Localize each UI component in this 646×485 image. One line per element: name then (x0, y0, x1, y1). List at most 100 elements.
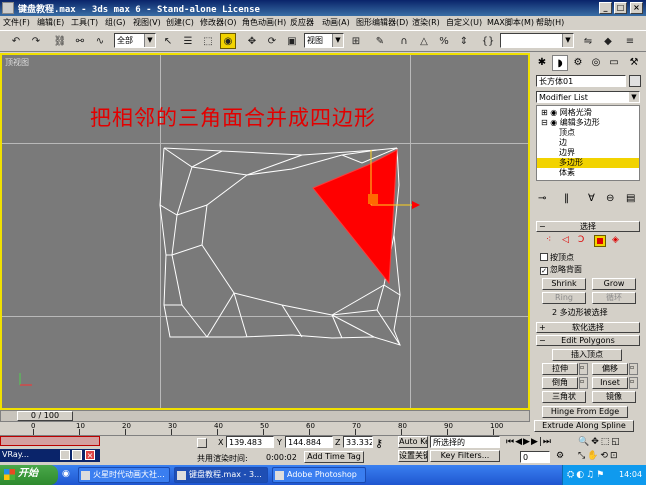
hinge-from-edge-button[interactable]: Hinge From Edge (542, 406, 628, 418)
stack-item[interactable]: ⊟ ◉ 编辑多边形 (537, 118, 639, 128)
pin-stack-icon[interactable]: ⊸ (538, 193, 546, 204)
close-button[interactable]: × (630, 2, 643, 14)
rectangular-selection-icon[interactable]: ⬚ (200, 33, 216, 49)
minimize-button[interactable]: _ (599, 2, 612, 14)
configure-sets-icon[interactable]: ▤ (626, 193, 635, 204)
clock[interactable]: 14:04 (619, 465, 642, 485)
loop-button[interactable]: 循环 (592, 292, 636, 304)
border-mode-icon[interactable]: Ɔ (578, 235, 584, 245)
y-coordinate-field[interactable]: 144.884 (285, 436, 333, 448)
utilities-tab-icon[interactable]: ⚒ (626, 55, 642, 71)
stack-item[interactable]: 边界 (537, 148, 639, 158)
close-icon[interactable]: × (85, 450, 95, 460)
x-coordinate-field[interactable]: 139.483 (226, 436, 274, 448)
playback-controls-icon[interactable]: ⏮◀▶▶|⏭ (506, 437, 552, 447)
display-tab-icon[interactable]: ▭ (606, 55, 622, 71)
stack-item-selected[interactable]: 多边形 (537, 158, 639, 168)
menu-graph-editors[interactable]: 图形编辑器(D) (356, 17, 408, 28)
motion-tab-icon[interactable]: ◎ (588, 55, 604, 71)
mirror-icon[interactable]: ⇋ (580, 33, 596, 49)
stack-item[interactable]: 顶点 (537, 128, 639, 138)
tray-icons[interactable]: ⛭◐♫⚑ (567, 465, 606, 485)
spinner-snap-icon[interactable]: ⇕ (456, 33, 472, 49)
layer-manager-icon[interactable]: ≡ (622, 33, 638, 49)
insert-vertex-button[interactable]: 插入顶点 (552, 349, 622, 361)
lock-selection-icon[interactable] (197, 438, 207, 448)
ring-button[interactable]: Ring (542, 292, 586, 304)
edit-polygons-rollout[interactable]: − Edit Polygons (536, 335, 640, 346)
menu-tools[interactable]: 工具(T) (71, 17, 98, 28)
redo-icon[interactable]: ↷ (28, 33, 44, 49)
bevel-settings-icon[interactable]: ▫ (579, 377, 588, 389)
outline-button[interactable]: 偏移 (592, 363, 628, 375)
bind-space-warp-icon[interactable]: ∿ (92, 33, 108, 49)
select-and-link-icon[interactable]: ⛓ (52, 33, 68, 49)
create-tab-icon[interactable]: ✱ (534, 55, 550, 71)
select-and-manipulate-icon[interactable]: ✎ (372, 33, 388, 49)
modifier-stack[interactable]: ⊞ ◉ 网格光滑 ⊟ ◉ 编辑多边形 顶点 边 边界 多边形 体素 (536, 105, 640, 181)
restore-icon[interactable] (60, 450, 70, 460)
menu-customize[interactable]: 自定义(U) (446, 17, 482, 28)
modify-tab-icon[interactable]: ◗ (552, 55, 568, 71)
unlink-icon[interactable]: ⚯ (72, 33, 88, 49)
inset-settings-icon[interactable]: ▫ (629, 377, 638, 389)
menu-views[interactable]: 视图(V) (133, 17, 161, 28)
triangulate-button[interactable]: 三角状 (542, 391, 586, 403)
viewport-label[interactable]: 顶视图 (5, 57, 29, 68)
selection-set-dropdown[interactable]: 所选择的 (430, 436, 500, 448)
inset-button[interactable]: Inset (592, 377, 628, 389)
menu-create[interactable]: 创建(C) (166, 17, 194, 28)
time-slider-thumb[interactable]: 0 / 100 (17, 411, 73, 421)
object-color-swatch[interactable] (629, 75, 641, 87)
mirror-button[interactable]: 镜像 (592, 391, 636, 403)
shrink-button[interactable]: Shrink (542, 278, 586, 290)
menu-edit[interactable]: 编辑(E) (37, 17, 64, 28)
remove-modifier-icon[interactable]: ⊖ (606, 193, 614, 204)
menu-rendering[interactable]: 渲染(R) (412, 17, 440, 28)
element-mode-icon[interactable]: ◈ (612, 235, 619, 245)
top-viewport[interactable]: 顶视图 把相邻的三角面合并成四边形 (0, 53, 530, 410)
menu-help[interactable]: 帮助(H) (536, 17, 564, 28)
vertex-mode-icon[interactable]: ⁖ (546, 235, 551, 245)
menu-maxscript[interactable]: MAX脚本(M) (487, 17, 534, 28)
current-frame-field[interactable]: 0 (520, 451, 550, 463)
menu-reactor[interactable]: 反应器 (290, 17, 314, 28)
select-and-scale-icon[interactable]: ▣ (284, 33, 300, 49)
snaps-toggle-icon[interactable]: ∩ (396, 33, 412, 49)
reference-coordinate-dropdown[interactable]: 视图 ▼ (304, 33, 344, 48)
time-slider[interactable]: 0 / 100 (0, 410, 530, 422)
maximize-icon[interactable] (72, 450, 82, 460)
time-config-icon[interactable]: ⚙ (556, 451, 564, 461)
window-crossing-icon[interactable]: ◉ (220, 33, 236, 49)
menu-animation[interactable]: 动画(A) (322, 17, 350, 28)
start-button[interactable]: 开始 (0, 465, 58, 485)
track-bar[interactable]: 0 10 20 30 40 50 60 70 80 90 100 (0, 422, 530, 436)
selection-filter-dropdown[interactable]: 全部 ▼ (114, 33, 156, 48)
select-object-icon[interactable]: ↖ (160, 33, 176, 49)
soft-selection-rollout[interactable]: + 软化选择 (536, 322, 640, 333)
taskbar-item-photoshop[interactable]: Adobe Photoshop (272, 467, 366, 483)
z-coordinate-field[interactable]: 33.332 (343, 436, 373, 448)
maxscript-listener-field[interactable] (0, 436, 100, 446)
undo-icon[interactable]: ↶ (8, 33, 24, 49)
viewport-nav-icons-2[interactable]: ⤡✋⟲⊡ (578, 451, 620, 461)
bevel-button[interactable]: 倒角 (542, 377, 578, 389)
outline-settings-icon[interactable]: ▫ (629, 363, 638, 375)
menu-group[interactable]: 组(G) (105, 17, 125, 28)
stack-item[interactable]: 体素 (537, 168, 639, 178)
key-filters-button[interactable]: Key Filters... (430, 450, 500, 462)
edge-mode-icon[interactable]: ◁ (562, 235, 569, 245)
menu-modifiers[interactable]: 修改器(O) (200, 17, 237, 28)
stack-item[interactable]: 边 (537, 138, 639, 148)
percent-snap-icon[interactable]: % (436, 33, 452, 49)
taskbar-item-browser[interactable]: 火星时代动画大社... (78, 467, 170, 483)
auto-key-button[interactable]: Auto Key (398, 436, 428, 448)
show-end-result-icon[interactable]: ‖ (564, 193, 569, 204)
maximize-button[interactable]: □ (614, 2, 627, 14)
vray-minimized-window[interactable]: VRay... × (0, 449, 100, 462)
grow-button[interactable]: Grow (592, 278, 636, 290)
menu-character[interactable]: 角色动画(H) (242, 17, 286, 28)
extrude-button[interactable]: 拉伸 (542, 363, 578, 375)
viewport-nav-icons[interactable]: 🔍✥⬚◱ (578, 437, 622, 447)
quick-launch-icon[interactable]: ◉ (62, 469, 70, 479)
